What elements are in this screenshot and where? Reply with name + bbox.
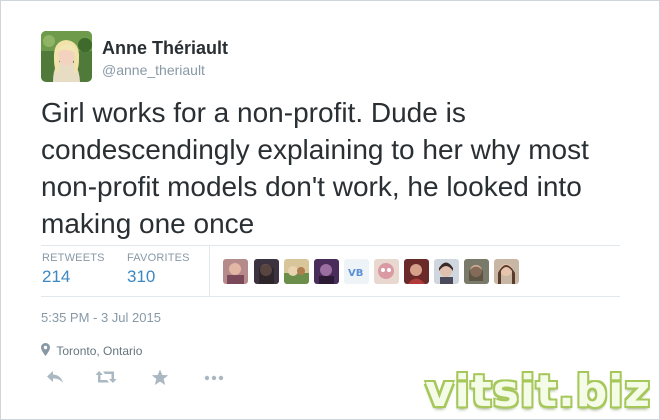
- reply-icon[interactable]: [45, 369, 69, 391]
- stats-divider: [209, 246, 210, 296]
- favoriter-avatar[interactable]: VB: [344, 259, 369, 284]
- favoriter-avatar[interactable]: [434, 259, 459, 284]
- more-icon[interactable]: [203, 369, 227, 391]
- watermark: vitsit.biz: [424, 366, 651, 417]
- retweet-icon[interactable]: [95, 369, 119, 391]
- favoriter-avatar[interactable]: [284, 259, 309, 284]
- favorites-label: FAVORITES: [127, 252, 190, 264]
- tweet-text: Girl works for a non-profit. Dude is con…: [41, 97, 589, 239]
- favorites-stat[interactable]: FAVORITES 310: [127, 252, 190, 287]
- favoriter-avatar[interactable]: [223, 259, 248, 284]
- favoriter-avatar[interactable]: [314, 259, 339, 284]
- favoriter-avatar[interactable]: [374, 259, 399, 284]
- star-icon[interactable]: [151, 369, 175, 391]
- retweets-stat[interactable]: RETWEETS 214: [42, 252, 105, 287]
- favoriter-avatar[interactable]: [404, 259, 429, 284]
- favorites-count[interactable]: 310: [127, 267, 190, 287]
- location-label: Toronto, Ontario: [56, 344, 143, 358]
- favoriter-avatar[interactable]: [254, 259, 279, 284]
- svg-text:VB: VB: [348, 268, 363, 279]
- user-handle[interactable]: @anne_theriault: [102, 62, 205, 78]
- location-pin-icon: [41, 343, 50, 359]
- user-name[interactable]: Anne Thériault: [102, 38, 228, 59]
- tweet-stats: RETWEETS 214 FAVORITES 310 VB: [41, 245, 620, 297]
- favoriter-avatar[interactable]: [464, 259, 489, 284]
- avatar[interactable]: [41, 31, 92, 82]
- tweet-location[interactable]: Toronto, Ontario: [41, 343, 142, 359]
- retweets-label: RETWEETS: [42, 252, 105, 264]
- tweet-card: Anne Thériault @anne_theriault Girl work…: [0, 0, 660, 420]
- favoriter-avatar[interactable]: [494, 259, 519, 284]
- tweet-timestamp[interactable]: 5:35 PM - 3 Jul 2015: [41, 310, 161, 325]
- retweets-count[interactable]: 214: [42, 267, 105, 287]
